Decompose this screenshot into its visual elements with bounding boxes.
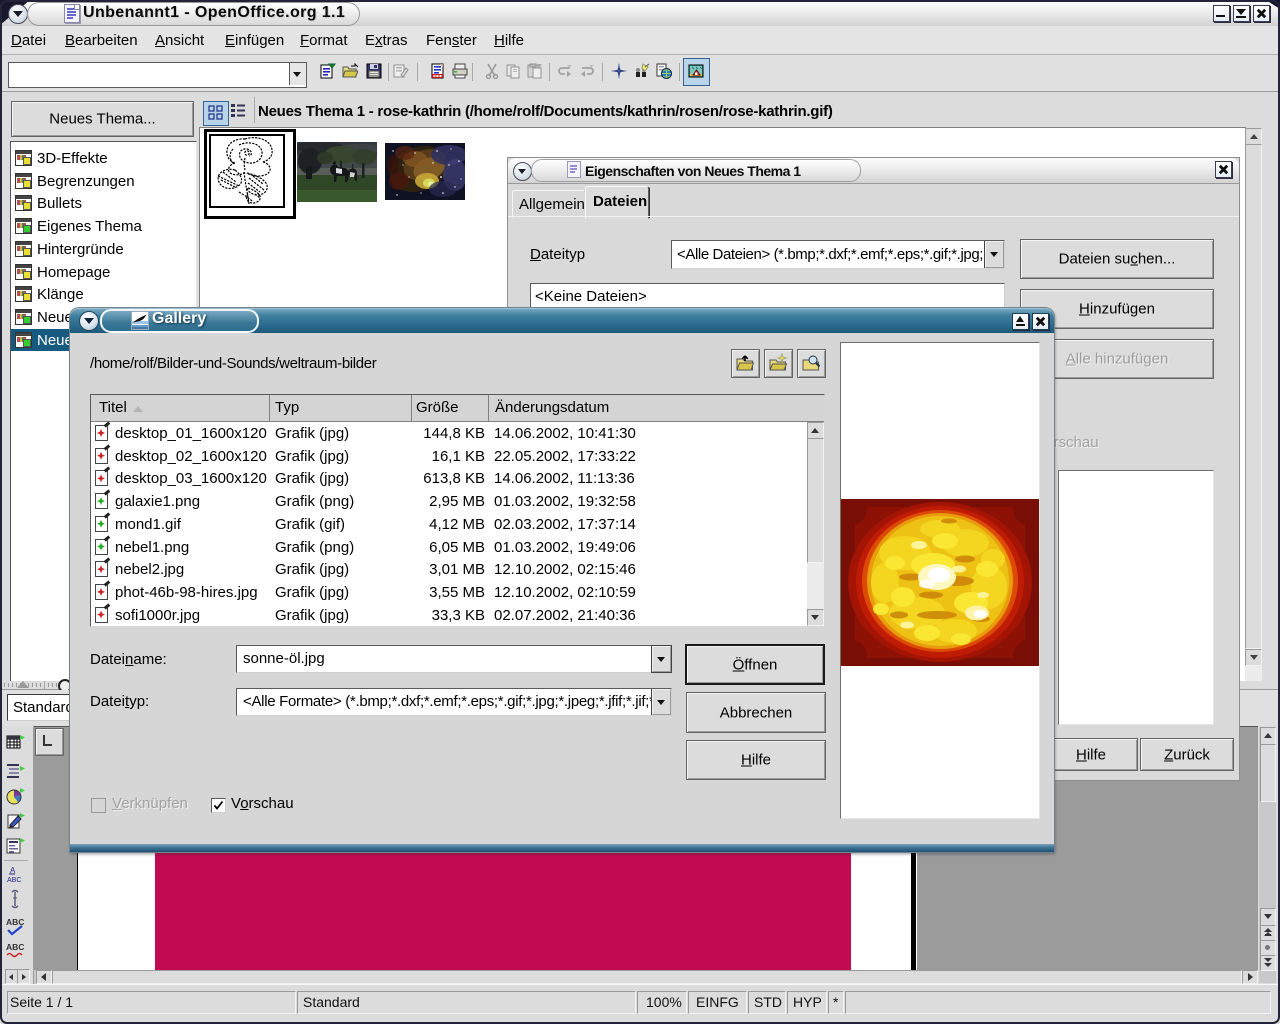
svg-text:ABC: ABC xyxy=(7,877,21,884)
svg-text:ABC: ABC xyxy=(6,917,24,927)
svg-text:ABC: ABC xyxy=(6,942,24,952)
